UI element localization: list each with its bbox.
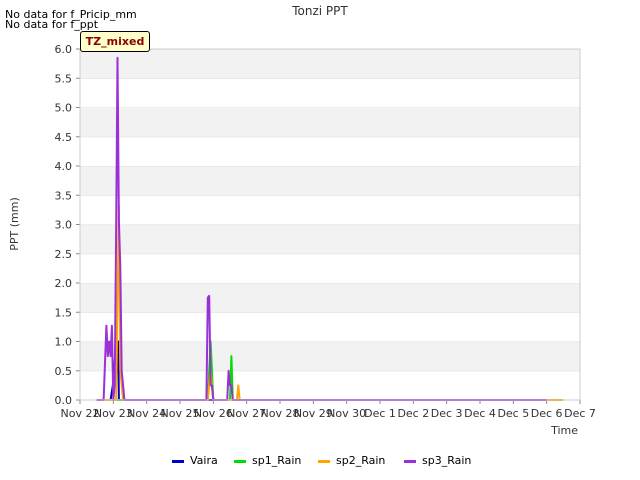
x-tick-label: Dec 3: [431, 407, 463, 420]
y-tick-label: 4.5: [55, 131, 73, 144]
legend-label: sp2_Rain: [336, 454, 386, 467]
plot-bands: [80, 48, 580, 400]
y-tick-label: 5.0: [55, 102, 73, 115]
legend-item-sp2-rain: sp2_Rain: [318, 454, 385, 467]
y-tick-label: 2.0: [55, 277, 73, 290]
y-axis-label: PPT (mm): [8, 197, 21, 251]
x-tick-label: Dec 5: [497, 407, 529, 420]
x-tick-label: Dec 7: [564, 407, 596, 420]
plot-band: [80, 136, 580, 166]
y-tick-label: 6.0: [55, 43, 73, 56]
legend-item-sp1-rain: sp1_Rain: [234, 454, 301, 467]
plot-band: [80, 166, 580, 196]
x-axis-label: Time: [550, 424, 578, 437]
legend-swatch: [404, 459, 416, 463]
x-axis: Nov 22Nov 23Nov 24Nov 25Nov 26Nov 27Nov …: [61, 400, 596, 420]
y-tick-label: 5.5: [55, 72, 73, 85]
chart-title: Tonzi PPT: [291, 4, 348, 18]
plot-band: [80, 370, 580, 400]
y-tick-label: 0.0: [55, 394, 73, 407]
legend-swatch: [234, 459, 246, 463]
plot-band: [80, 341, 580, 371]
legend-label: Vaira: [190, 454, 218, 467]
plot-band: [80, 283, 580, 313]
y-tick-label: 2.5: [55, 248, 73, 261]
y-tick-label: 3.5: [55, 189, 73, 202]
legend-label: sp1_Rain: [252, 454, 302, 467]
y-tick-label: 1.0: [55, 336, 73, 349]
plot-band: [80, 224, 580, 254]
no-data-note-2: No data for f_ppt: [5, 18, 99, 31]
x-tick-label: Nov 30: [327, 407, 366, 420]
timezone-tag: TZ_mixed: [80, 31, 150, 52]
legend-swatch: [172, 459, 184, 463]
x-tick-label: Dec 1: [364, 407, 396, 420]
y-axis: 0.0 0.5 1.0 1.5 2.0 2.5 3.0 3.5 4.0 4.5 5.0 5.5 6.0: [55, 43, 80, 407]
plot-band: [80, 49, 580, 79]
legend-swatch: [318, 459, 330, 463]
y-tick-label: 1.5: [55, 306, 73, 319]
plot-band: [80, 253, 580, 283]
y-tick-label: 3.0: [55, 219, 73, 232]
chart: 0.00.51.01.52.02.53.03.54.04.55.05.56.0 …: [8, 4, 596, 437]
plot-band: [80, 195, 580, 225]
y-tick-label: 4.0: [55, 160, 73, 173]
x-tick-label: Dec 4: [464, 407, 496, 420]
x-tick-label: Dec 6: [531, 407, 563, 420]
legend-label: sp3_Rain: [422, 454, 472, 467]
x-tick-label: Dec 2: [397, 407, 429, 420]
legend-item-sp3-rain: sp3_Rain: [404, 454, 471, 467]
y-tick-label: 0.5: [55, 365, 73, 378]
plot-band: [80, 107, 580, 137]
plot-band: [80, 78, 580, 108]
plot-band: [80, 312, 580, 342]
legend-item-vaira: Vaira: [172, 454, 218, 467]
